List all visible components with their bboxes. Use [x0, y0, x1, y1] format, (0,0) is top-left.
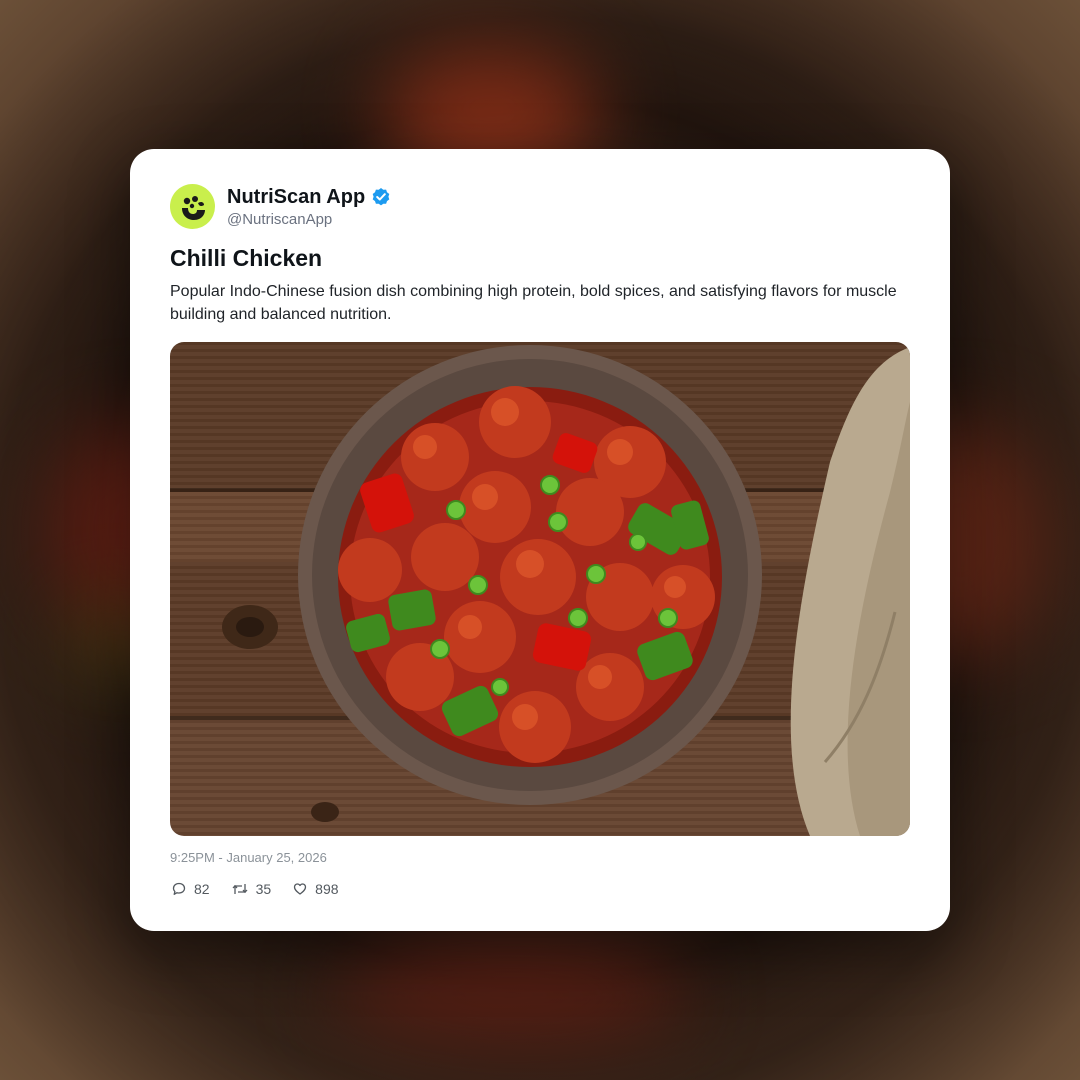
like-button[interactable]: 898: [293, 881, 339, 897]
post-description: Popular Indo-Chinese fusion dish combini…: [170, 283, 897, 323]
reply-count: 82: [194, 881, 210, 897]
display-name[interactable]: NutriScan App: [227, 185, 365, 209]
comment-icon: [172, 882, 186, 895]
user-handle[interactable]: @NutriscanApp: [227, 211, 391, 228]
repost-icon: [232, 884, 248, 894]
repost-count: 35: [255, 881, 272, 897]
food-photo[interactable]: [170, 342, 910, 836]
like-count: 898: [315, 881, 339, 897]
avatar[interactable]: [170, 184, 215, 229]
nutriscan-logo-icon: [181, 195, 205, 220]
heart-icon: [294, 883, 307, 895]
reply-button[interactable]: 82: [172, 881, 210, 897]
post-header: NutriScan App @NutriscanApp: [170, 184, 391, 229]
chilli-chicken-illustration: [222, 345, 910, 836]
engagement-bar: 82 35 898: [172, 881, 361, 897]
post-card: NutriScan App @NutriscanApp Chilli Chick…: [130, 149, 950, 931]
verified-badge-icon: [372, 188, 390, 206]
repost-button[interactable]: 35: [232, 881, 272, 897]
post-timestamp[interactable]: 9:25PM - January 25, 2026: [170, 850, 327, 865]
post-title: Chilli Chicken: [170, 245, 323, 271]
